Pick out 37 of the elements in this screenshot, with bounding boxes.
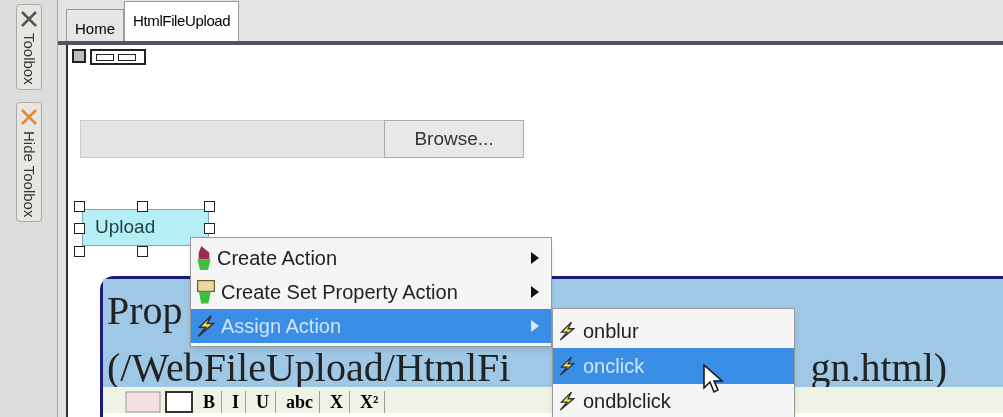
panel-title: gn.html) [810, 349, 948, 387]
panel-title: Prop [107, 291, 183, 335]
toolbox-tab[interactable]: Toolbox [15, 4, 42, 90]
menu-item[interactable]: onblur [553, 313, 794, 349]
submenu-arrow-icon [531, 252, 539, 264]
file-input-field[interactable] [80, 120, 386, 158]
selection-handle[interactable] [204, 223, 215, 234]
format-button[interactable]: I [226, 391, 247, 413]
layout-icon [90, 49, 146, 65]
submenu-arrow-icon [531, 320, 539, 332]
browse-button[interactable]: Browse... [384, 120, 524, 158]
lightning-icon [559, 320, 575, 341]
upload-button[interactable]: Upload [82, 209, 209, 246]
selection-handle[interactable] [137, 246, 148, 257]
document-tab[interactable]: Home [66, 9, 124, 41]
format-button[interactable]: X² [354, 391, 386, 413]
format-button[interactable]: abc [280, 391, 321, 413]
submenu-arrow-icon [531, 286, 539, 298]
lightning-icon [559, 356, 575, 376]
grid-icon [72, 49, 86, 63]
selection-handle[interactable] [204, 201, 215, 212]
format-button[interactable]: X [324, 391, 351, 413]
panel-title: (/WebFileUpload/HtmlFi [107, 349, 511, 387]
format-button[interactable]: B [197, 391, 222, 413]
menu-item[interactable]: Create Set Property Action [191, 275, 551, 309]
lightning-icon [559, 391, 575, 412]
menu-item[interactable]: ondblclick [553, 383, 794, 417]
format-button[interactable]: U [250, 391, 277, 413]
form-icon[interactable] [165, 391, 193, 413]
cursor-icon [703, 364, 725, 394]
selection-handle[interactable] [74, 246, 85, 257]
selection-handle[interactable] [74, 201, 85, 212]
lightning-icon [197, 314, 215, 338]
selection-handle[interactable] [74, 223, 85, 234]
toolbox-tab[interactable]: Hide Toolbox [15, 101, 42, 223]
selection-handle[interactable] [137, 201, 148, 212]
document-tab[interactable]: HtmlFileUpload [124, 1, 240, 41]
